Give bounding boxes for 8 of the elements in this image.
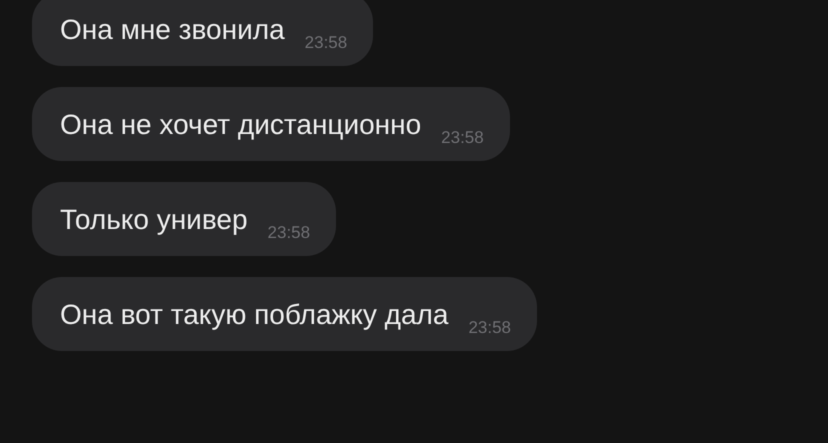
message-time: 23:58	[441, 127, 484, 149]
message-text: Только универ	[60, 203, 248, 237]
message-time: 23:58	[468, 317, 512, 339]
message-text: Она вот такую поблажку дала	[60, 298, 448, 332]
message-text: Она мне звонила	[60, 13, 285, 47]
message-time: 23:58	[304, 32, 348, 54]
message-time: 23:58	[268, 222, 310, 244]
message-text: Она не хочет дистанционно	[60, 108, 422, 142]
